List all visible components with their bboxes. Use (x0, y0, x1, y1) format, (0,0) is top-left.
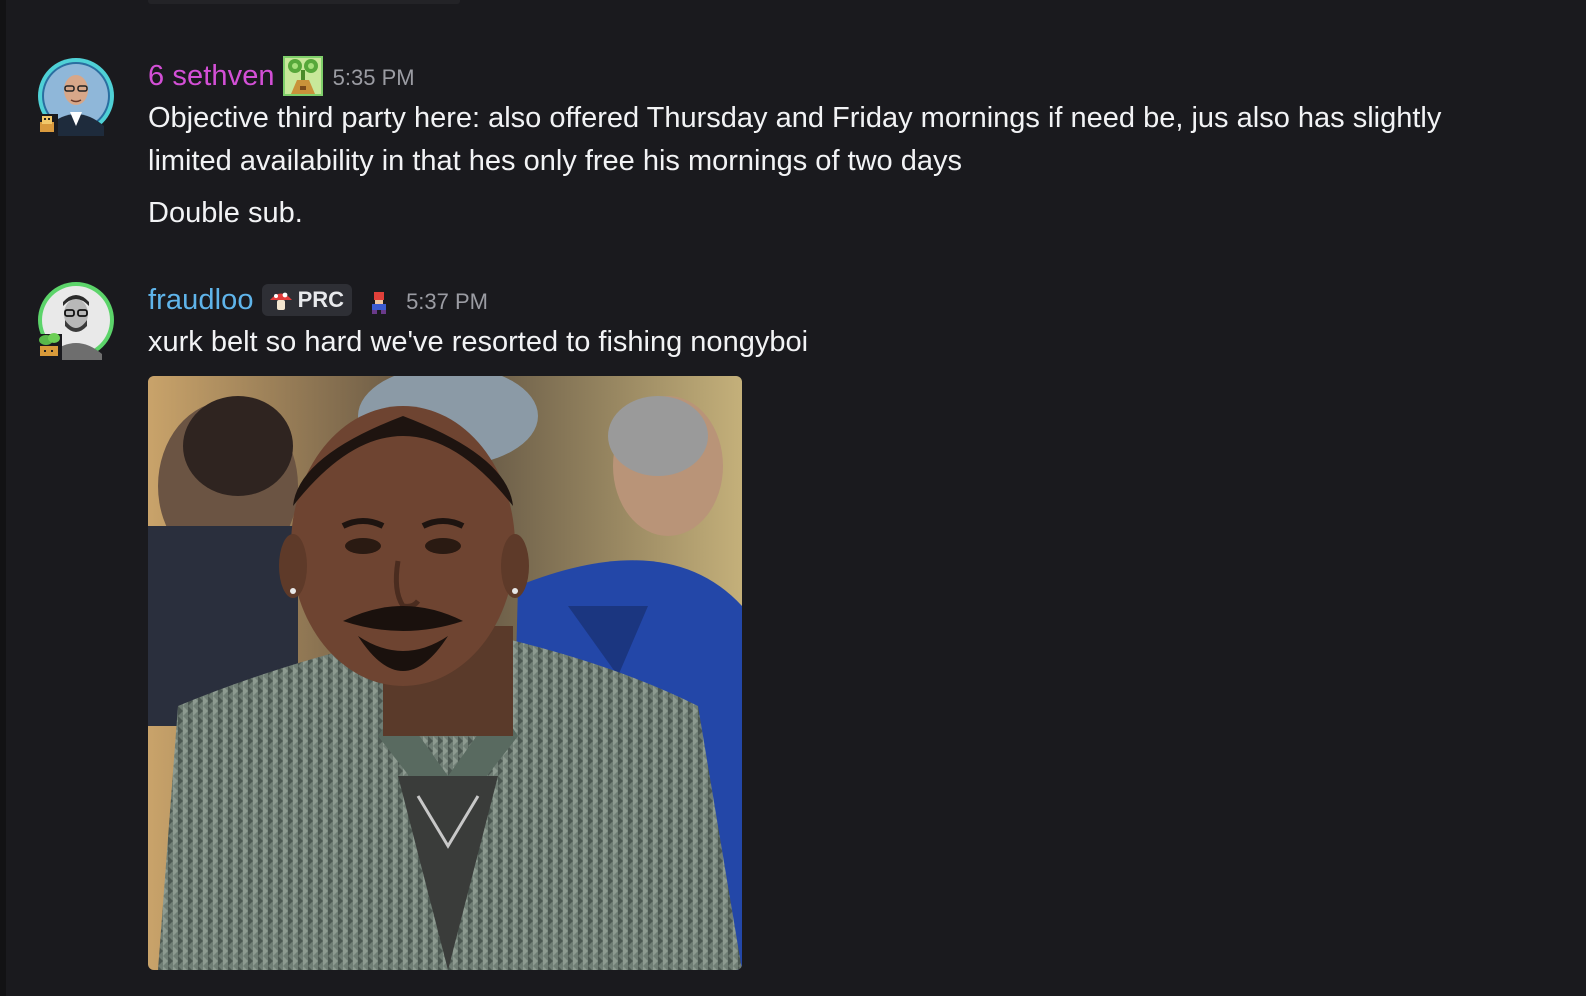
username[interactable]: 6 sethven (148, 60, 275, 93)
previous-message-edge (148, 0, 460, 4)
channel-left-edge (0, 0, 6, 996)
user-avatar[interactable] (36, 280, 116, 360)
mushroom-icon (269, 292, 292, 310)
image-attachment[interactable] (148, 376, 742, 970)
tag-label: PRC (297, 287, 345, 312)
bald-man-glasses-avatar-icon (36, 58, 114, 136)
message-header: fraudloo PRC 5:37 PM (148, 280, 488, 320)
timestamp: 5:35 PM (332, 65, 415, 90)
message-header: 6 sethven 5:35 PM (148, 56, 415, 96)
timestamp: 5:37 PM (406, 289, 488, 314)
plant-badge-icon[interactable] (282, 56, 323, 96)
username[interactable]: fraudloo (148, 284, 254, 317)
message-text-line: Objective third party here: also offered… (148, 102, 1442, 134)
user-avatar[interactable] (36, 56, 116, 136)
message-text-line: Double sub. (148, 197, 303, 229)
bearded-man-glasses-avatar-icon (36, 282, 114, 360)
server-tag[interactable]: PRC (261, 284, 353, 316)
pixel-character-icon[interactable] (366, 284, 392, 316)
photo-image (148, 376, 742, 970)
message-text-line: limited availability in that hes only fr… (148, 145, 962, 177)
message-text-line: xurk belt so hard we've resorted to fish… (148, 326, 809, 358)
